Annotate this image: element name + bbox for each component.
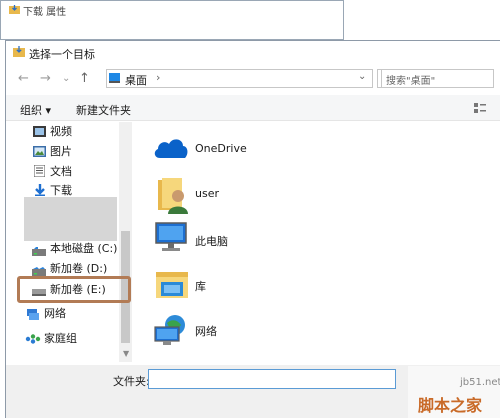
sidebar-scroll-down-icon[interactable]: ▼ bbox=[123, 349, 129, 358]
watermark-name: 脚本之家 bbox=[418, 396, 483, 415]
content-item-network[interactable]: 网络 bbox=[195, 323, 217, 339]
address-dropdown-button[interactable]: ⌄ bbox=[358, 71, 366, 82]
video-folder-icon bbox=[33, 126, 46, 137]
search-placeholder: 搜索"桌面" bbox=[386, 76, 436, 87]
sidebar-item-homegroup[interactable]: 家庭组 bbox=[44, 331, 77, 347]
onedrive-icon bbox=[152, 134, 190, 160]
download-folder-icon bbox=[9, 4, 20, 14]
up-button[interactable]: ↑ bbox=[79, 72, 90, 85]
blurred-region bbox=[24, 197, 117, 241]
sidebar-item-network[interactable]: 网络 bbox=[44, 306, 66, 322]
content-item-onedrive[interactable]: OneDrive bbox=[195, 142, 247, 155]
address-current-location[interactable]: 桌面 bbox=[125, 72, 147, 88]
sidebar-item-drive-d[interactable]: 新加卷 (D:) bbox=[50, 261, 107, 277]
folder-label: 文件夹: bbox=[113, 375, 150, 388]
address-chevron-icon[interactable]: › bbox=[156, 71, 160, 84]
sidebar-item-documents[interactable]: 文档 bbox=[50, 164, 72, 180]
content-item-library[interactable]: 库 bbox=[195, 278, 206, 294]
drive-c-icon bbox=[32, 246, 46, 257]
network-globe-icon bbox=[153, 313, 191, 347]
user-folder-icon bbox=[156, 176, 192, 214]
library-icon bbox=[155, 268, 189, 300]
dialog-title: 选择一个目标 bbox=[29, 48, 95, 61]
pictures-folder-icon bbox=[33, 146, 46, 157]
sidebar-item-pictures[interactable]: 图片 bbox=[50, 144, 72, 160]
content-item-user[interactable]: user bbox=[195, 187, 219, 200]
watermark-url: jb51.net bbox=[460, 377, 500, 388]
background-window-title: 下载 属性 bbox=[23, 7, 67, 18]
this-pc-icon bbox=[154, 221, 190, 253]
sidebar-item-videos[interactable]: 视频 bbox=[50, 124, 72, 140]
network-icon bbox=[26, 309, 39, 320]
new-folder-button[interactable]: 新建文件夹 bbox=[76, 102, 131, 118]
organize-button[interactable]: 组织 ▾ bbox=[20, 102, 51, 118]
downloads-folder-icon bbox=[34, 184, 47, 196]
folder-input[interactable] bbox=[148, 369, 396, 389]
sidebar-item-drive-c[interactable]: 本地磁盘 (C:) bbox=[50, 241, 117, 257]
view-options-icon[interactable] bbox=[474, 102, 486, 114]
documents-folder-icon bbox=[33, 164, 47, 178]
highlight-box bbox=[17, 276, 131, 303]
back-button[interactable]: ← bbox=[18, 72, 29, 85]
content-item-this-pc[interactable]: 此电脑 bbox=[195, 233, 228, 249]
dialog-folder-icon bbox=[13, 46, 25, 57]
desktop-icon bbox=[109, 73, 120, 83]
forward-button[interactable]: → bbox=[40, 72, 51, 85]
homegroup-icon bbox=[25, 334, 41, 345]
recent-locations-dropdown[interactable]: ⌄ bbox=[62, 72, 70, 85]
